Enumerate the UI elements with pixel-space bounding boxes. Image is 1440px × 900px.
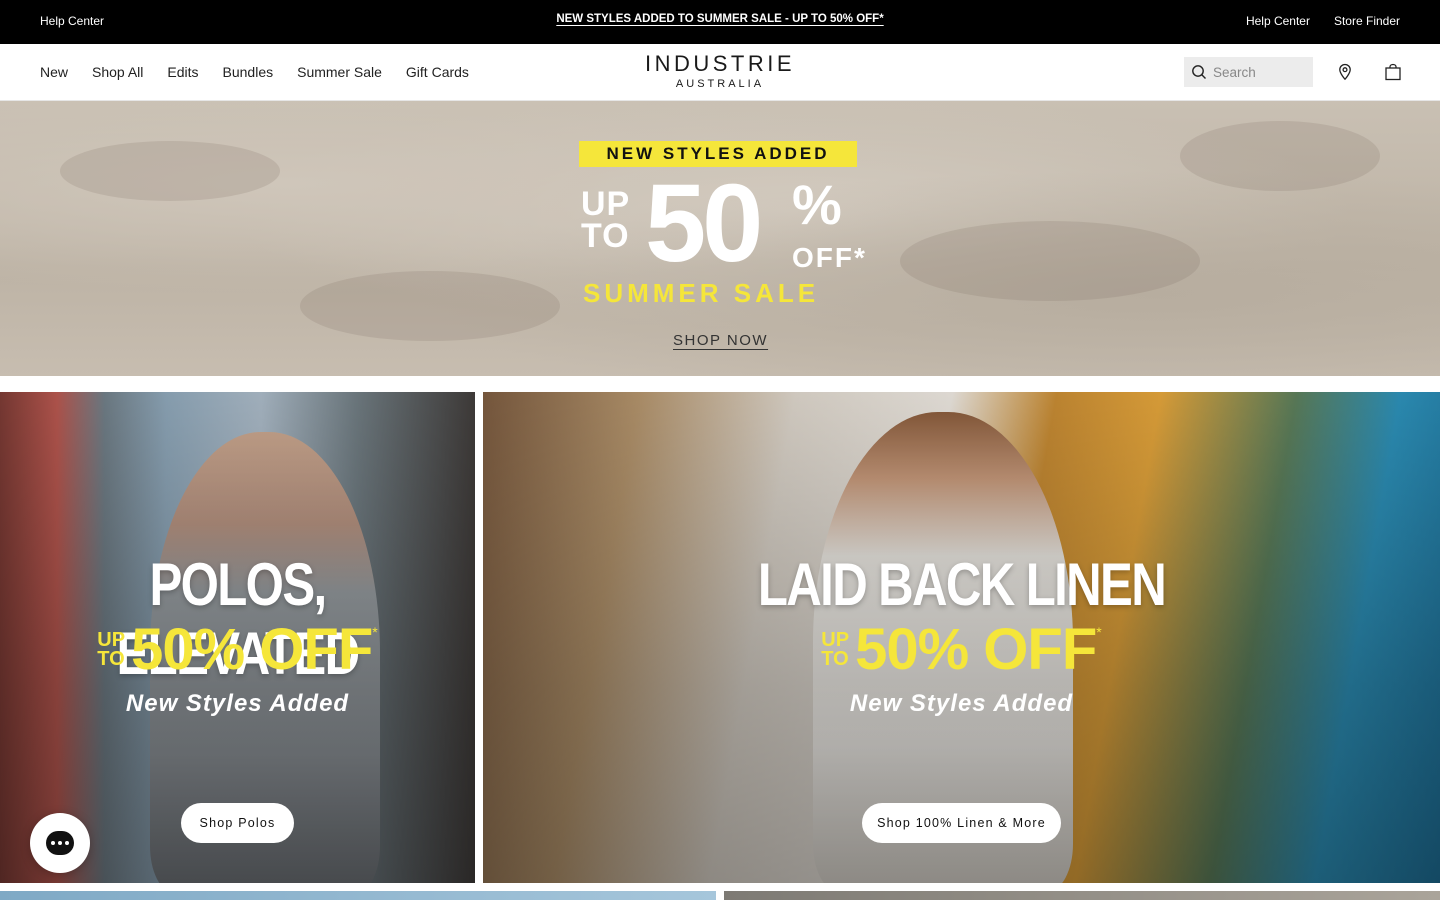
promo-panel-linen[interactable]: LAID BACK LINEN UP TO 50% OFF* New Styles … bbox=[483, 392, 1440, 883]
nav-item-shop-all[interactable]: Shop All bbox=[92, 64, 143, 80]
promo-panel-polos[interactable]: POLOS, ELEVATED UP TO 50% OFF* New Styles … bbox=[0, 392, 475, 883]
nav-item-bundles[interactable]: Bundles bbox=[223, 64, 274, 80]
shop-polos-button[interactable]: Shop Polos bbox=[181, 803, 294, 843]
nav-item-summer-sale[interactable]: Summer Sale bbox=[297, 64, 382, 80]
chat-launcher-button[interactable] bbox=[30, 813, 90, 873]
nav-item-edits[interactable]: Edits bbox=[167, 64, 198, 80]
wall-texture bbox=[300, 271, 560, 341]
store-finder-link[interactable]: Store Finder bbox=[1334, 14, 1400, 28]
shop-linen-button[interactable]: Shop 100% Linen & More bbox=[862, 803, 1061, 843]
announcement-bar: Help Center NEW STYLES ADDED TO SUMMER S… bbox=[0, 0, 1440, 44]
help-center-link[interactable]: Help Center bbox=[1246, 14, 1310, 28]
search-input[interactable]: Search bbox=[1213, 65, 1256, 80]
panel-offer: UP TO 50% OFF* bbox=[97, 617, 378, 682]
logo-wordmark: INDUSTRIE bbox=[644, 51, 796, 76]
wall-texture bbox=[900, 221, 1200, 301]
chat-bubble-icon bbox=[46, 831, 74, 855]
wall-texture bbox=[1180, 121, 1380, 191]
hero-shop-now-link[interactable]: SHOP NOW bbox=[673, 332, 768, 349]
hero-amount: 50 bbox=[645, 162, 763, 285]
main-nav: New Shop All Edits Bundles Summer Sale G… bbox=[40, 64, 469, 80]
panel-subtitle: New Styles Added bbox=[125, 690, 350, 717]
shopping-bag-icon[interactable] bbox=[1384, 63, 1402, 81]
panel-subtitle: New Styles Added bbox=[849, 690, 1074, 717]
main-header: New Shop All Edits Bundles Summer Sale G… bbox=[0, 44, 1440, 101]
hero-off: OFF* bbox=[792, 242, 867, 273]
hero-summer-sale: SUMMER SALE bbox=[583, 278, 820, 308]
location-pin-icon[interactable] bbox=[1336, 63, 1354, 81]
hero-banner[interactable]: NEW STYLES ADDED UP TO 50 % OFF* SUMMER … bbox=[0, 101, 1440, 376]
search-box[interactable]: Search bbox=[1184, 57, 1313, 87]
search-icon bbox=[1192, 65, 1206, 79]
brand-logo[interactable]: INDUSTRIE AUSTRALIA bbox=[620, 51, 820, 90]
next-row-panel-left[interactable] bbox=[0, 891, 716, 900]
panel-offer: UP TO 50% OFF* bbox=[821, 617, 1102, 682]
hero-percent: % bbox=[792, 173, 842, 236]
announcement-text[interactable]: NEW STYLES ADDED TO SUMMER SALE - UP TO … bbox=[0, 13, 1440, 25]
top-right-links: Help Center Store Finder bbox=[1246, 14, 1400, 28]
panel-headline: LAID BACK LINEN bbox=[757, 551, 1167, 618]
next-row-panel-right[interactable] bbox=[724, 891, 1440, 900]
hero-up-to: UP TO bbox=[581, 185, 630, 255]
nav-item-new[interactable]: New bbox=[40, 64, 68, 80]
wall-texture bbox=[60, 141, 280, 201]
logo-subline: AUSTRALIA bbox=[675, 78, 765, 90]
nav-item-gift-cards[interactable]: Gift Cards bbox=[406, 64, 469, 80]
